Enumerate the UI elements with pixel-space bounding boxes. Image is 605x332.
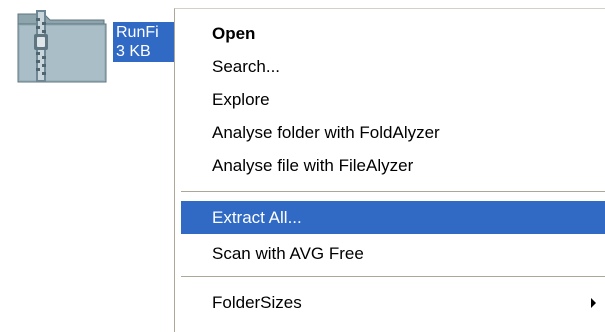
menu-item-label: Analyse folder with FoldAlyzer xyxy=(212,122,440,142)
menu-item-label: FolderSizes xyxy=(212,292,302,312)
file-name-label[interactable]: RunFi 3 KB xyxy=(113,22,178,62)
submenu-arrow-icon xyxy=(591,298,596,308)
menu-item-extract-all[interactable]: Extract All... xyxy=(181,201,605,234)
menu-separator xyxy=(181,276,605,277)
desktop-area: RunFi 3 KB Open Search... Explore Analys… xyxy=(0,0,605,332)
context-menu: Open Search... Explore Analyse folder wi… xyxy=(174,8,605,332)
menu-item-foldersizes[interactable]: FolderSizes xyxy=(181,286,605,319)
menu-item-label: Extract All... xyxy=(212,207,302,227)
menu-item-scan-avg[interactable]: Scan with AVG Free xyxy=(181,237,605,270)
menu-item-analyse-folder[interactable]: Analyse folder with FoldAlyzer xyxy=(181,116,605,149)
menu-item-label: Scan with AVG Free xyxy=(212,243,364,263)
menu-item-label: Explore xyxy=(212,89,270,109)
menu-item-analyse-file[interactable]: Analyse file with FileAlyzer xyxy=(181,149,605,182)
menu-item-search[interactable]: Search... xyxy=(181,50,605,83)
menu-item-label: Analyse file with FileAlyzer xyxy=(212,155,414,175)
zip-folder-icon[interactable] xyxy=(14,8,110,86)
menu-item-label: Open xyxy=(212,23,256,43)
file-size: 3 KB xyxy=(116,43,151,60)
menu-item-label: Search... xyxy=(212,56,281,76)
menu-separator xyxy=(181,191,605,192)
menu-item-open[interactable]: Open xyxy=(181,17,605,50)
file-name: RunFi xyxy=(116,24,159,41)
menu-item-explore[interactable]: Explore xyxy=(181,83,605,116)
